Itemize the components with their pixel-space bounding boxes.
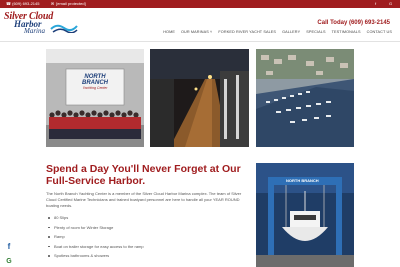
call-today-link[interactable]: Call Today (609) 693-2145: [317, 20, 390, 26]
nav-contact-us[interactable]: CONTACT US: [367, 28, 392, 36]
lift-text: NORTH BRANCH: [286, 178, 319, 183]
nav-yacht-sales[interactable]: FORKED RIVER YACHT SALES: [218, 28, 276, 36]
facebook-share-icon[interactable]: f: [0, 239, 18, 253]
top-bar: ☎ (609) 693-2145 ✉ [email protected] f G: [0, 0, 400, 8]
list-item: 80 Slips: [46, 215, 246, 221]
intro-paragraph: The North Branch Yachting Center is a me…: [46, 191, 242, 208]
page-heading: Spend a Day You'll Never Forget at Our F…: [46, 163, 241, 187]
phone-text: (609) 693-2145: [12, 1, 40, 6]
google-share-icon[interactable]: G: [0, 254, 18, 267]
staff-group-photo: NORTH BRANCH Yachting Center: [46, 49, 144, 147]
phone-icon: ☎: [6, 1, 11, 6]
list-item: Plenty of room for Winter Storage: [46, 225, 246, 231]
nav-specials[interactable]: SPECIALS: [306, 28, 325, 36]
email-link[interactable]: ✉ [email protected]: [50, 1, 86, 7]
main-nav: HOME OUR MARINAS ˅ FORKED RIVER YACHT SA…: [163, 28, 392, 36]
logo-line3: Marina: [24, 27, 45, 35]
nav-testimonials[interactable]: TESTIMONIALS: [332, 28, 361, 36]
list-item: Ramp: [46, 234, 246, 240]
topbar-google-icon[interactable]: G: [389, 1, 392, 7]
chevron-down-icon: ˅: [210, 30, 213, 34]
topbar-facebook-icon[interactable]: f: [375, 1, 376, 7]
nav-gallery[interactable]: GALLERY: [282, 28, 300, 36]
sign-line3: Yachting Center: [82, 86, 108, 90]
boardwalk-night-photo: [150, 49, 249, 147]
nav-our-marinas[interactable]: OUR MARINAS ˅: [181, 28, 212, 36]
nav-home[interactable]: HOME: [163, 28, 175, 36]
aerial-photo-art: [256, 49, 354, 147]
wave-icon: [50, 24, 78, 33]
header-divider: [0, 41, 400, 42]
main-content: Spend a Day You'll Never Forget at Our F…: [46, 163, 246, 263]
email-text: [email protected]: [56, 1, 86, 6]
aerial-marina-photo: [256, 49, 354, 147]
building-sign: NORTH BRANCH Yachting Center: [74, 74, 116, 91]
mail-icon: ✉: [50, 1, 55, 6]
list-item: Boat on trailer storage for easy access …: [46, 244, 246, 250]
phone-link[interactable]: ☎ (609) 693-2145: [6, 1, 39, 7]
boardwalk-photo-art: [150, 49, 249, 147]
nav-our-marinas-label: OUR MARINAS: [180, 30, 209, 34]
staff-photo-art: [46, 49, 144, 147]
amenities-list: 80 Slips Plenty of room for Winter Stora…: [46, 215, 246, 259]
site-logo[interactable]: Silver Cloud Harbor Marina: [4, 11, 82, 37]
travel-lift-photo: NORTH BRANCH: [256, 163, 354, 267]
list-item: Spotless bathrooms & showers: [46, 253, 246, 259]
